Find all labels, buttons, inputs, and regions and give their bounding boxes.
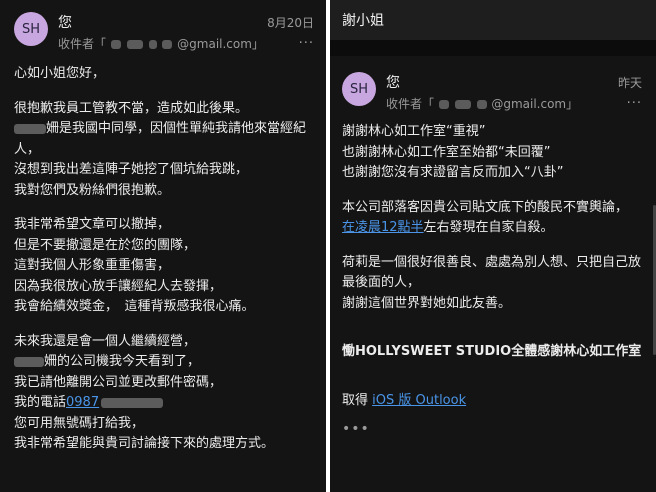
recipient-prefix: 收件者「 xyxy=(386,97,435,111)
thread-title-bar: 謝小姐 xyxy=(330,0,656,40)
body-line: 我會給績效獎金， 這種背叛感我很心痛。 xyxy=(14,299,255,314)
body-line: 在凌晨12點半左右發現在自家自殺。 xyxy=(342,218,642,239)
body-text: 姍是我國中同學，因個性單純我請他來當經紀人， xyxy=(14,121,307,157)
email-body: 心如小姐您好， 很抱歉我員工管教不當，造成如此後果。 姍是我國中同學，因個性單純… xyxy=(14,64,314,455)
body-line: 荷莉是一個很好很善良、處處為別人想、只把自己放最後面的人， xyxy=(342,254,642,291)
sender-name: 您 xyxy=(386,75,400,91)
body-line: 很抱歉我員工管教不當，造成如此後果。 xyxy=(14,100,249,116)
recipient-suffix: @gmail.com」 xyxy=(491,97,579,111)
body-line: 姍是我國中同學，因個性單純我請他來當經紀人， xyxy=(14,119,314,160)
footer-line: 取得 iOS 版 Outlook xyxy=(342,391,642,412)
email-date: 8月20日 xyxy=(267,15,314,30)
email-meta: 您 8月20日 收件者「 @gmail.com」 ··· xyxy=(58,12,314,52)
signature: 慟HOLLYSWEET STUDIO全體感謝林心如工作室 xyxy=(342,344,642,359)
body-line: 我的電話0987 xyxy=(14,393,314,414)
footer-text: 取得 xyxy=(342,392,373,408)
body-line: 您可用無號碼打給我， xyxy=(14,415,145,431)
greeting: 心如小姐您好， xyxy=(14,66,106,81)
body-line: 我已請他離開公司並更改郵件密碼， xyxy=(14,374,223,390)
body-line: 也謝謝林心如工作室至始都“未回覆” xyxy=(342,144,551,160)
recipient-prefix: 收件者「 xyxy=(58,37,107,51)
outlook-ios-link[interactable]: iOS 版 Outlook xyxy=(372,393,466,408)
body-text: 左右發現在自家自殺。 xyxy=(423,220,554,235)
more-options-icon[interactable]: ··· xyxy=(627,96,642,111)
body-line: 我對您們及粉絲們很抱歉。 xyxy=(14,182,171,198)
body-line: 謝謝這個世界對她如此友善。 xyxy=(342,295,512,311)
email-header: SH 您 昨天 收件者「 @gmail.com」 ··· xyxy=(342,72,642,112)
redaction-block xyxy=(476,100,487,109)
avatar: SH xyxy=(342,72,376,106)
recipient-line[interactable]: 收件者「 @gmail.com」 xyxy=(386,95,578,112)
divider xyxy=(330,40,656,56)
time-link[interactable]: 在凌晨12點半 xyxy=(342,220,424,235)
email-panel-right: 謝小姐 SH 您 昨天 收件者「 @gmail.com」 ··· 謝謝林心如工作… xyxy=(330,0,656,492)
phone-link[interactable]: 0987 xyxy=(66,395,99,410)
body-line: 本公司部落客因貴公司貼文底下的酸民不實輿論， xyxy=(342,199,629,215)
body-line: 未來我還是會一個人繼續經營， xyxy=(14,333,197,349)
redaction-block xyxy=(454,100,471,109)
redaction-block xyxy=(14,356,44,367)
avatar: SH xyxy=(14,12,48,46)
body-line: 姍的公司機我今天看到了， xyxy=(14,352,314,373)
email-date: 昨天 xyxy=(617,75,642,90)
sender-name: 您 xyxy=(58,15,72,31)
body-line: 因為我很放心放手讓經紀人去發揮， xyxy=(14,278,223,294)
redaction-block xyxy=(126,40,143,49)
redaction-block xyxy=(148,40,157,49)
body-text: 姍的公司機我今天看到了， xyxy=(44,354,201,369)
body-line: 我非常希望能與貴司討論接下來的處理方式。 xyxy=(14,436,275,451)
body-line: 我非常希望文章可以撤掉， xyxy=(14,217,171,232)
redaction-block xyxy=(14,123,46,134)
email-body: 謝謝林心如工作室“重視” 也謝謝林心如工作室至始都“未回覆” 也謝謝您沒有求證留… xyxy=(342,122,642,440)
more-options-icon[interactable]: ··· xyxy=(299,36,314,51)
recipient-suffix: @gmail.com」 xyxy=(177,37,264,51)
screenshot-root: SH 您 8月20日 收件者「 @gmail.com」 ··· 心如小姐您好， … xyxy=(0,0,656,492)
redaction-block xyxy=(110,40,121,49)
thread-title: 謝小姐 xyxy=(342,13,384,29)
redaction-block xyxy=(438,100,449,109)
body-line: 但是不要撤還是在於您的團隊， xyxy=(14,237,197,253)
body-line: 謝謝林心如工作室“重視” xyxy=(342,124,486,139)
body-line: 這對我個人形象重重傷害， xyxy=(14,258,171,273)
body-text: 我的電話 xyxy=(14,395,67,410)
redaction-block xyxy=(101,397,164,408)
body-line: 沒想到我出差這陣子她挖了個坑給我跳， xyxy=(14,162,249,177)
redaction-block xyxy=(162,40,173,49)
recipient-line[interactable]: 收件者「 @gmail.com」 xyxy=(58,35,264,52)
email-panel-left: SH 您 8月20日 收件者「 @gmail.com」 ··· 心如小姐您好， … xyxy=(0,0,326,492)
body-line: 也謝謝您沒有求證留言反而加入“八卦” xyxy=(342,165,564,180)
email-header: SH 您 8月20日 收件者「 @gmail.com」 ··· xyxy=(14,12,314,52)
email-meta: 您 昨天 收件者「 @gmail.com」 ··· xyxy=(386,72,642,112)
show-more-icon[interactable]: ••• xyxy=(342,419,642,440)
email-content: SH 您 昨天 收件者「 @gmail.com」 ··· 謝謝林心如工作室“重視… xyxy=(330,56,656,440)
